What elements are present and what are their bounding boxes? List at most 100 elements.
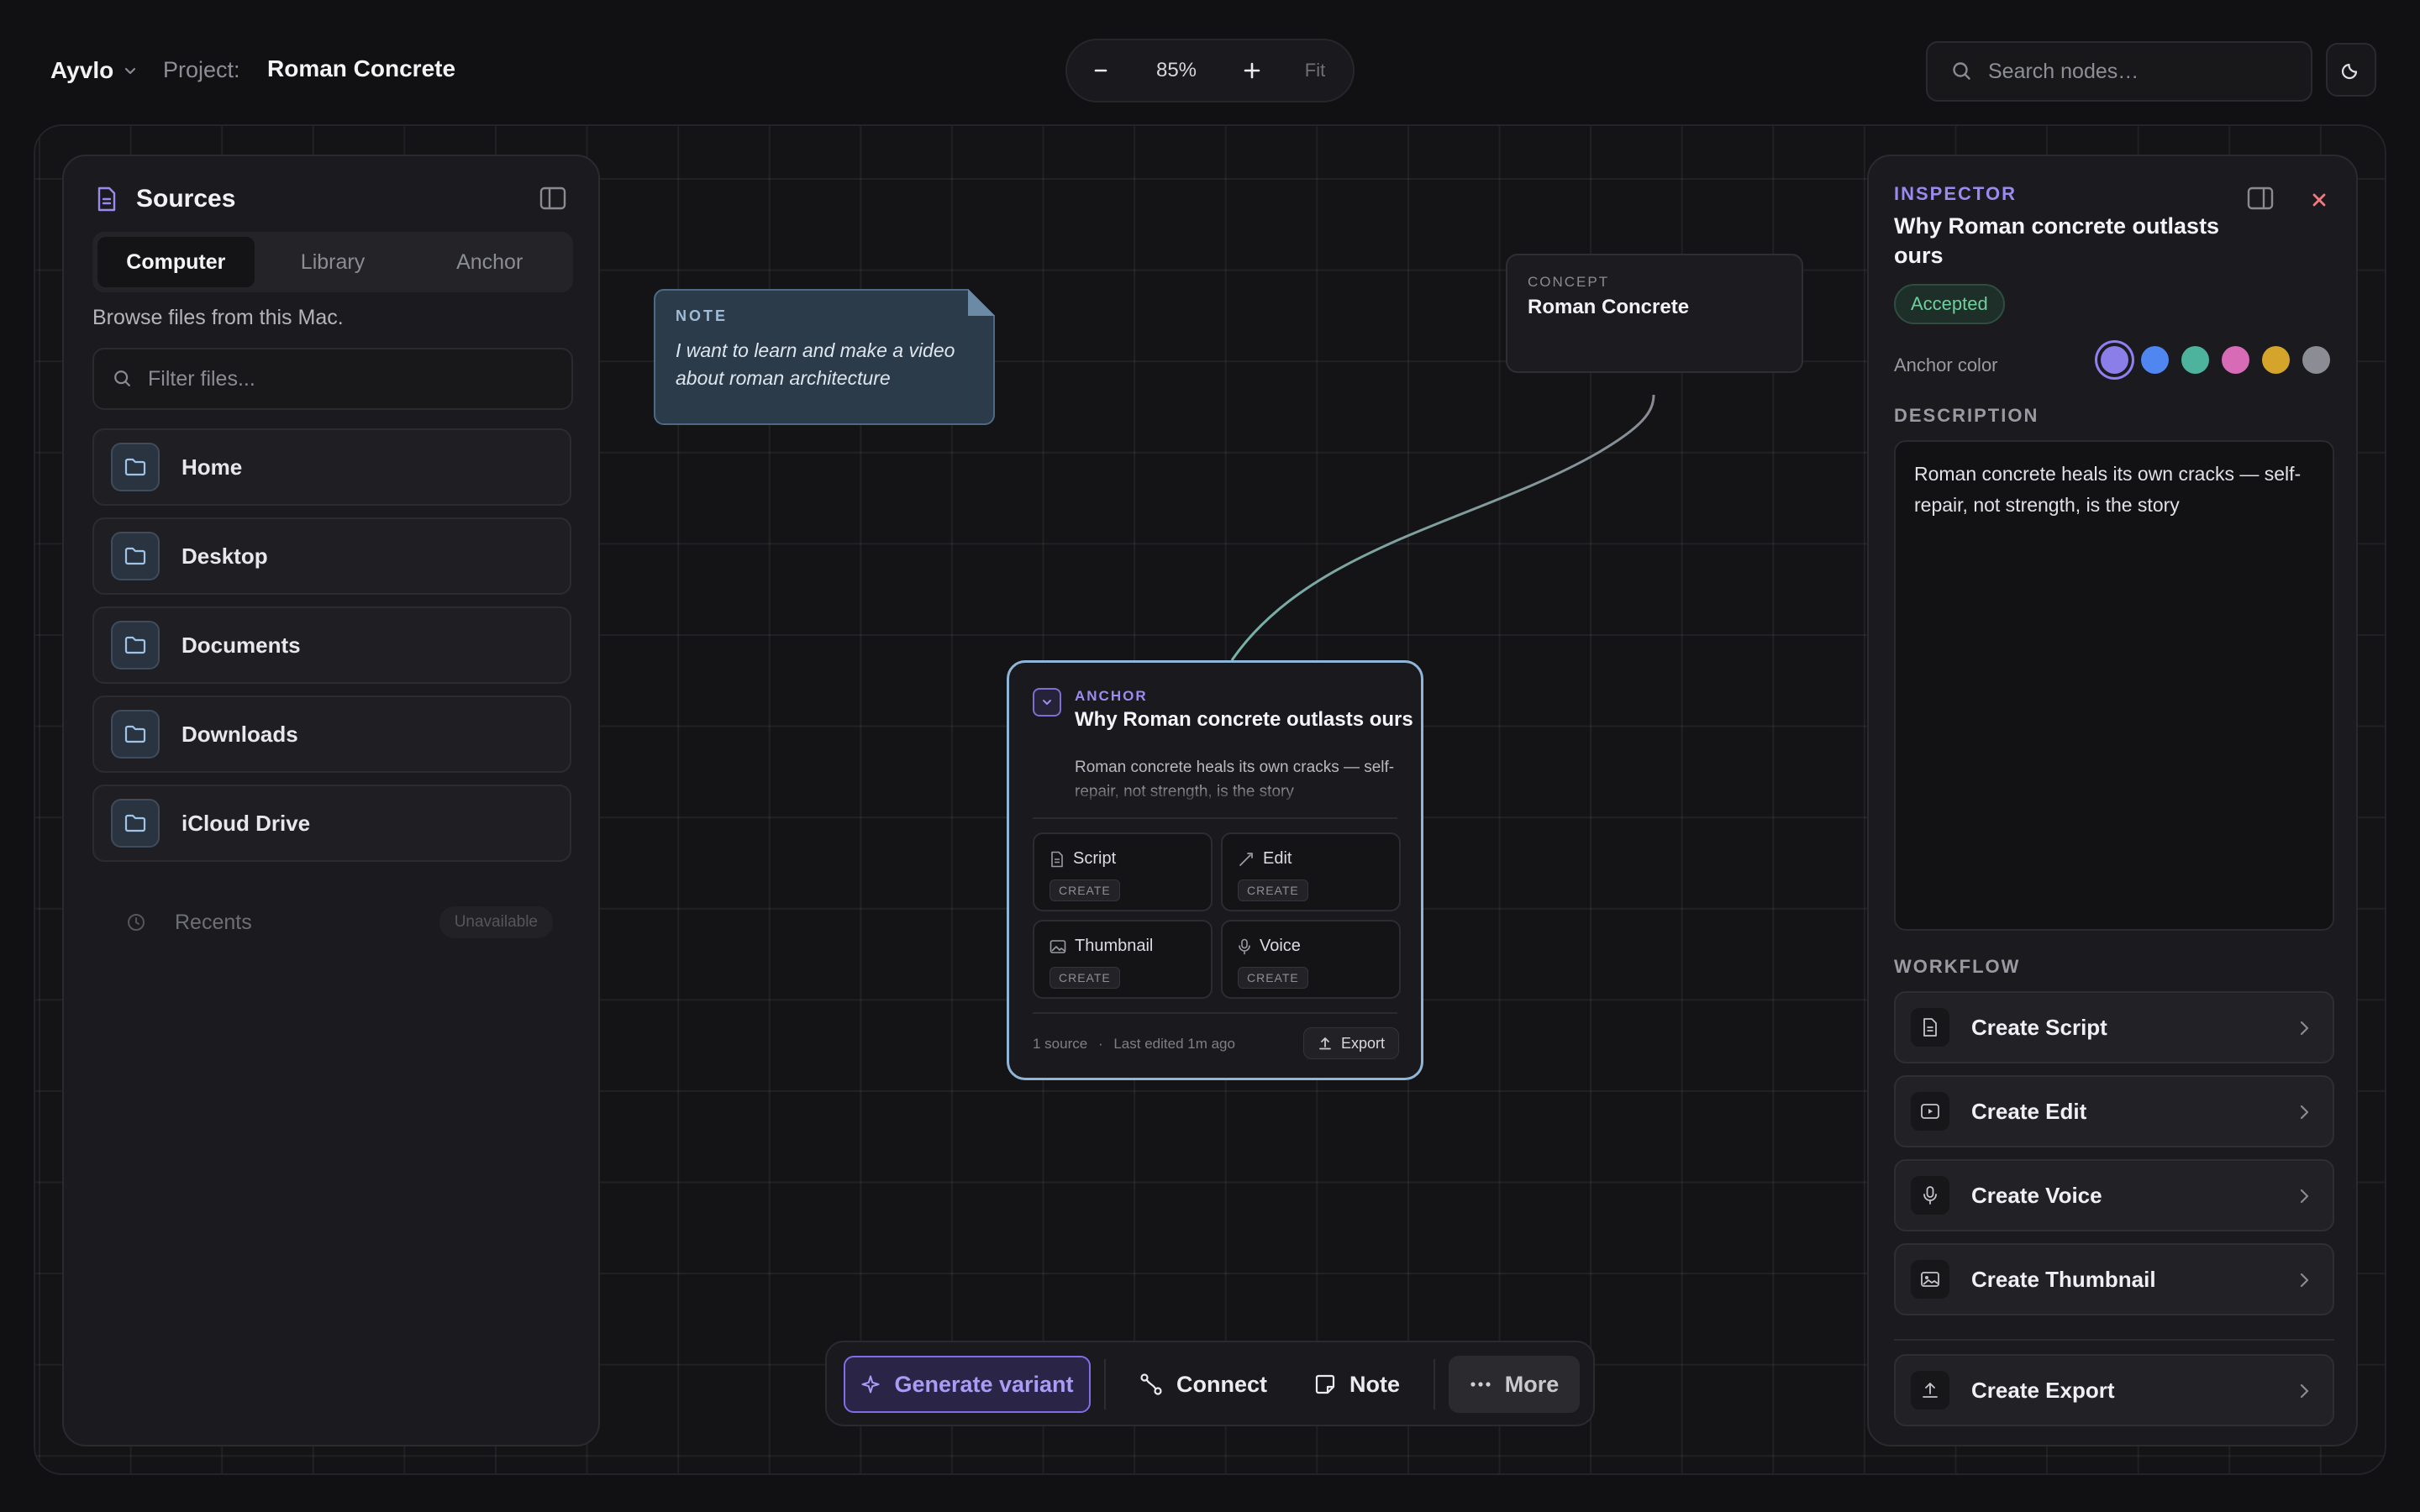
folder-label: Desktop [182, 543, 268, 569]
tile-label: Voice [1260, 937, 1301, 955]
anchor-tile-thumbnail[interactable]: Thumbnail CREATE [1033, 920, 1213, 999]
folder-label: Downloads [182, 721, 298, 747]
swatch-pink[interactable] [2222, 346, 2249, 374]
recents-label: Recents [175, 910, 252, 934]
chevron-right-icon [2300, 1383, 2309, 1399]
search-input[interactable] [1988, 59, 2307, 84]
moon-icon [2341, 63, 2358, 80]
tile-create-badge[interactable]: CREATE [1238, 879, 1308, 901]
note-label: Note [1349, 1371, 1400, 1397]
anchor-meta: 1 source · Last edited 1m ago [1033, 1036, 1235, 1053]
description-textarea[interactable]: Roman concrete heals its own cracks — se… [1894, 440, 2334, 931]
dock-panel-button[interactable] [2247, 186, 2274, 214]
chevron-right-icon [2300, 1105, 2309, 1120]
sparkle-icon [861, 1375, 880, 1394]
export-label: Export [1340, 1034, 1385, 1052]
tab-library[interactable]: Library [255, 237, 412, 287]
folder-documents[interactable]: Documents [92, 606, 571, 684]
create-edit-button[interactable]: Create Edit [1894, 1075, 2334, 1147]
anchor-title: Why Roman concrete outlasts ours [1075, 708, 1413, 731]
note-button[interactable]: Note [1314, 1356, 1400, 1413]
tile-label: Script [1073, 849, 1117, 868]
note-text: I want to learn and make a video about r… [676, 339, 955, 389]
plus-icon [1244, 62, 1260, 79]
browse-hint: Browse files from this Mac. [92, 306, 344, 329]
tab-computer[interactable]: Computer [97, 237, 255, 287]
folder-home[interactable]: Home [92, 428, 571, 506]
project-name[interactable]: Roman Concrete [267, 55, 455, 82]
close-inspector-button[interactable] [2307, 188, 2331, 212]
zoom-out-button[interactable] [1067, 39, 1134, 102]
close-icon [2312, 193, 2326, 207]
more-button[interactable]: More [1449, 1356, 1580, 1413]
create-thumbnail-button[interactable]: Create Thumbnail [1894, 1243, 2334, 1315]
divider [1033, 1012, 1397, 1014]
folder-icloud-drive[interactable]: iCloud Drive [92, 785, 571, 862]
swatch-purple[interactable] [2101, 346, 2128, 374]
canvas-toolbar: Generate variant Connect Note More [825, 1341, 1595, 1426]
concept-name: Roman Concrete [1528, 296, 1690, 318]
create-script-button[interactable]: Create Script [1894, 991, 2334, 1063]
toolbar-divider [1434, 1359, 1435, 1410]
inspector-title: Why Roman concrete outlasts ours [1894, 213, 2220, 268]
tab-anchor[interactable]: Anchor [411, 237, 568, 287]
theme-toggle-button[interactable] [2326, 43, 2376, 97]
export-button[interactable]: Export [1302, 1027, 1399, 1059]
ellipsis-icon [1470, 1382, 1491, 1387]
folder-label: Documents [182, 632, 301, 658]
folder-icon [111, 532, 160, 580]
mic-icon [1911, 1176, 1949, 1215]
anchor-tile-voice[interactable]: Voice CREATE [1221, 920, 1401, 999]
search-icon [114, 370, 130, 386]
divider [1033, 817, 1397, 819]
workflow-label: WORKFLOW [1894, 956, 2021, 977]
upload-icon [1319, 1037, 1331, 1050]
video-icon [1911, 1092, 1949, 1131]
anchor-tile-edit[interactable]: Edit CREATE [1221, 832, 1401, 911]
workflow-label-text: Create Thumbnail [1971, 1266, 2156, 1292]
description-label: DESCRIPTION [1894, 405, 2039, 426]
search-box [1926, 41, 2312, 102]
collapse-toggle[interactable] [1033, 688, 1061, 717]
folder-downloads[interactable]: Downloads [92, 696, 571, 773]
tile-label: Edit [1263, 849, 1292, 868]
filter-input[interactable] [148, 366, 551, 391]
create-export-button[interactable]: Create Export [1894, 1354, 2334, 1426]
anchor-node[interactable]: ANCHOR Why Roman concrete outlasts ours … [1007, 660, 1423, 1080]
folder-icon [111, 710, 160, 759]
color-swatches [2101, 346, 2330, 374]
generate-variant-button[interactable]: Generate variant [844, 1356, 1091, 1413]
tile-create-badge[interactable]: CREATE [1238, 967, 1308, 989]
swatch-teal[interactable] [2181, 346, 2209, 374]
zoom-in-button[interactable] [1218, 39, 1286, 102]
concept-type-label: CONCEPT [1528, 274, 1610, 290]
connect-icon [1140, 1373, 1162, 1395]
create-voice-button[interactable]: Create Voice [1894, 1159, 2334, 1231]
zoom-fit-button[interactable]: Fit [1286, 60, 1344, 81]
project-label: Project: [163, 57, 240, 82]
divider [1894, 1339, 2334, 1341]
folder-desktop[interactable]: Desktop [92, 517, 571, 595]
swatch-gold[interactable] [2262, 346, 2290, 374]
concept-node[interactable]: CONCEPT Roman Concrete [1506, 254, 1803, 373]
swatch-blue[interactable] [2141, 346, 2169, 374]
sources-panel: Sources Computer Library Anchor Browse f… [62, 155, 600, 1446]
app-switcher[interactable]: Ayvlo [50, 55, 139, 86]
sidebar-right-icon [2247, 186, 2274, 210]
collapse-panel-button[interactable] [539, 186, 566, 214]
connect-button[interactable]: Connect [1139, 1356, 1267, 1413]
tile-create-badge[interactable]: CREATE [1050, 967, 1120, 989]
zoom-level: 85% [1155, 59, 1197, 81]
clock-icon [128, 914, 145, 931]
workflow-label-text: Create Script [1971, 1014, 2107, 1040]
folder-icon [111, 443, 160, 491]
tile-create-badge[interactable]: CREATE [1050, 879, 1120, 901]
anchor-tile-script[interactable]: Script CREATE [1033, 832, 1213, 911]
folder-label: iCloud Drive [182, 810, 311, 836]
swatch-gray[interactable] [2302, 346, 2330, 374]
chevron-right-icon [2300, 1273, 2309, 1288]
meta-separator: · [1097, 1036, 1103, 1052]
wand-icon [1239, 852, 1253, 866]
note-node[interactable]: NOTE I want to learn and make a video ab… [654, 289, 995, 425]
source-count: 1 source [1033, 1036, 1088, 1052]
